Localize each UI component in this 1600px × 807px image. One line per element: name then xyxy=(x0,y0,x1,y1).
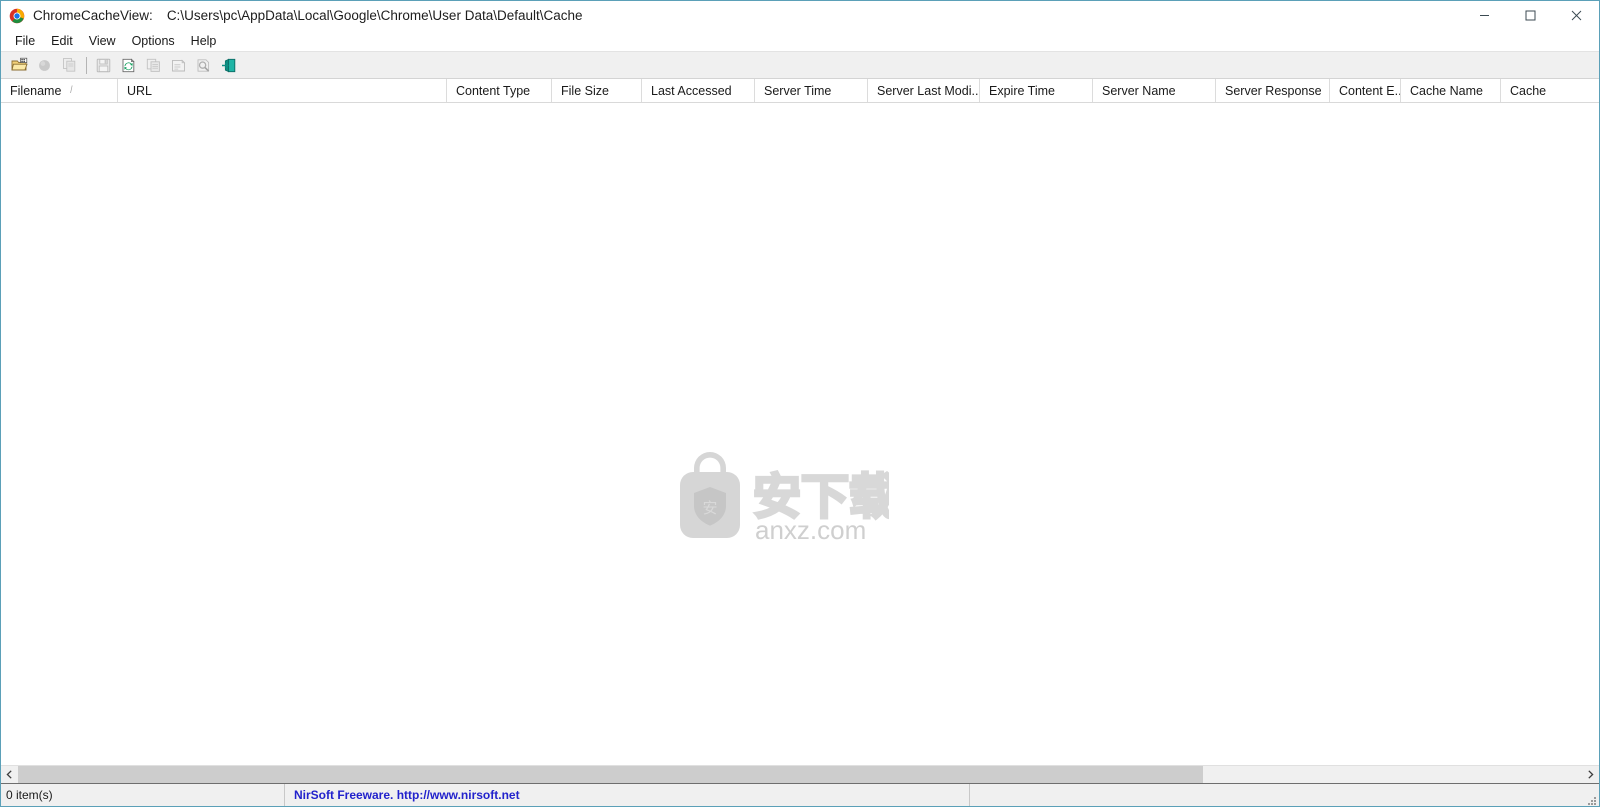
horizontal-scrollbar[interactable] xyxy=(1,765,1599,783)
cache-path-label: C:\Users\pc\AppData\Local\Google\Chrome\… xyxy=(166,8,583,23)
list-column-header: Filename / URL Content Type File Size Last Ac… xyxy=(1,79,1599,103)
minimize-button[interactable] xyxy=(1461,1,1507,30)
column-header-label: File Size xyxy=(561,83,609,98)
column-header-label: Server Name xyxy=(1102,83,1176,98)
app-title-label: ChromeCacheView: xyxy=(33,8,153,23)
column-header[interactable]: Server Name xyxy=(1093,79,1216,102)
column-header-label: Server Last Modi... xyxy=(877,83,980,98)
copy-icon[interactable] xyxy=(141,53,166,77)
column-header-label: Cache Name xyxy=(1410,83,1483,98)
column-header-label: Content E... xyxy=(1339,83,1401,98)
column-header[interactable]: Server Last Modi... xyxy=(868,79,980,102)
menu-item-help[interactable]: Help xyxy=(183,32,225,50)
svg-text:安: 安 xyxy=(702,499,717,517)
stop-icon[interactable] xyxy=(32,53,57,77)
app-icon xyxy=(9,8,25,24)
window-controls xyxy=(1461,1,1599,30)
column-header-label: Cache xyxy=(1510,83,1547,98)
sort-indicator-icon: / xyxy=(70,85,73,96)
column-header[interactable]: URL xyxy=(118,79,447,102)
column-header-label: Filename xyxy=(10,83,62,98)
chevron-right-icon[interactable] xyxy=(1582,766,1599,783)
status-nirsoft-panel: NirSoft Freeware. http://www.nirsoft.net xyxy=(285,784,970,806)
save-icon[interactable] xyxy=(91,53,116,77)
refresh-icon[interactable] xyxy=(116,53,141,77)
svg-text:安下载: 安下载 xyxy=(753,469,889,525)
scrollbar-thumb[interactable] xyxy=(18,766,1203,783)
menu-item-view[interactable]: View xyxy=(81,32,124,50)
column-header[interactable]: Server Time xyxy=(755,79,868,102)
column-header[interactable]: Content E... xyxy=(1330,79,1401,102)
column-header[interactable]: Last Accessed xyxy=(642,79,755,102)
column-header[interactable]: Content Type xyxy=(447,79,552,102)
exit-icon[interactable] xyxy=(216,53,241,77)
status-bar: 0 item(s) NirSoft Freeware. http://www.n… xyxy=(1,783,1599,806)
menu-item-file[interactable]: File xyxy=(7,32,43,50)
column-header-label: Server Response xyxy=(1225,83,1322,98)
column-header[interactable]: Expire Time xyxy=(980,79,1093,102)
column-header[interactable]: Cache xyxy=(1501,79,1599,102)
column-header-label: Last Accessed xyxy=(651,83,732,98)
status-item-count: 0 item(s) xyxy=(1,784,285,806)
menu-bar: File Edit View Options Help xyxy=(1,30,1599,52)
column-header-label: URL xyxy=(127,83,153,98)
menu-item-options[interactable]: Options xyxy=(124,32,183,50)
title-bar: ChromeCacheView: C:\Users\pc\AppData\Loc… xyxy=(1,1,1599,30)
column-header[interactable]: Cache Name xyxy=(1401,79,1501,102)
find-icon[interactable] xyxy=(191,53,216,77)
toolbar-separator xyxy=(86,56,87,74)
properties-icon[interactable] xyxy=(166,53,191,77)
column-header[interactable]: Server Response xyxy=(1216,79,1330,102)
column-header-label: Content Type xyxy=(456,83,531,98)
resize-grip[interactable] xyxy=(1585,793,1597,805)
column-header[interactable]: Filename / xyxy=(1,79,118,102)
maximize-button[interactable] xyxy=(1507,1,1553,30)
svg-text:anxz.com: anxz.com xyxy=(755,515,866,543)
chevron-left-icon[interactable] xyxy=(1,766,18,783)
column-header-label: Server Time xyxy=(764,83,832,98)
toolbar xyxy=(1,52,1599,79)
nirsoft-link[interactable]: NirSoft Freeware. http://www.nirsoft.net xyxy=(294,788,520,802)
column-header[interactable]: File Size xyxy=(552,79,642,102)
column-header-label: Expire Time xyxy=(989,83,1055,98)
close-button[interactable] xyxy=(1553,1,1599,30)
watermark: 安 安下载 anxz.com xyxy=(677,452,889,543)
copy-selected-files-icon[interactable] xyxy=(57,53,82,77)
title-text: ChromeCacheView: C:\Users\pc\AppData\Loc… xyxy=(33,8,583,23)
cache-entries-list[interactable]: 安 安下载 anxz.com xyxy=(1,103,1599,765)
chromecacheview-window: ChromeCacheView: C:\Users\pc\AppData\Loc… xyxy=(0,0,1600,807)
scrollbar-track[interactable] xyxy=(18,766,1582,783)
status-empty-panel xyxy=(970,784,1599,806)
open-cache-folder-icon[interactable] xyxy=(7,53,32,77)
menu-item-edit[interactable]: Edit xyxy=(43,32,81,50)
